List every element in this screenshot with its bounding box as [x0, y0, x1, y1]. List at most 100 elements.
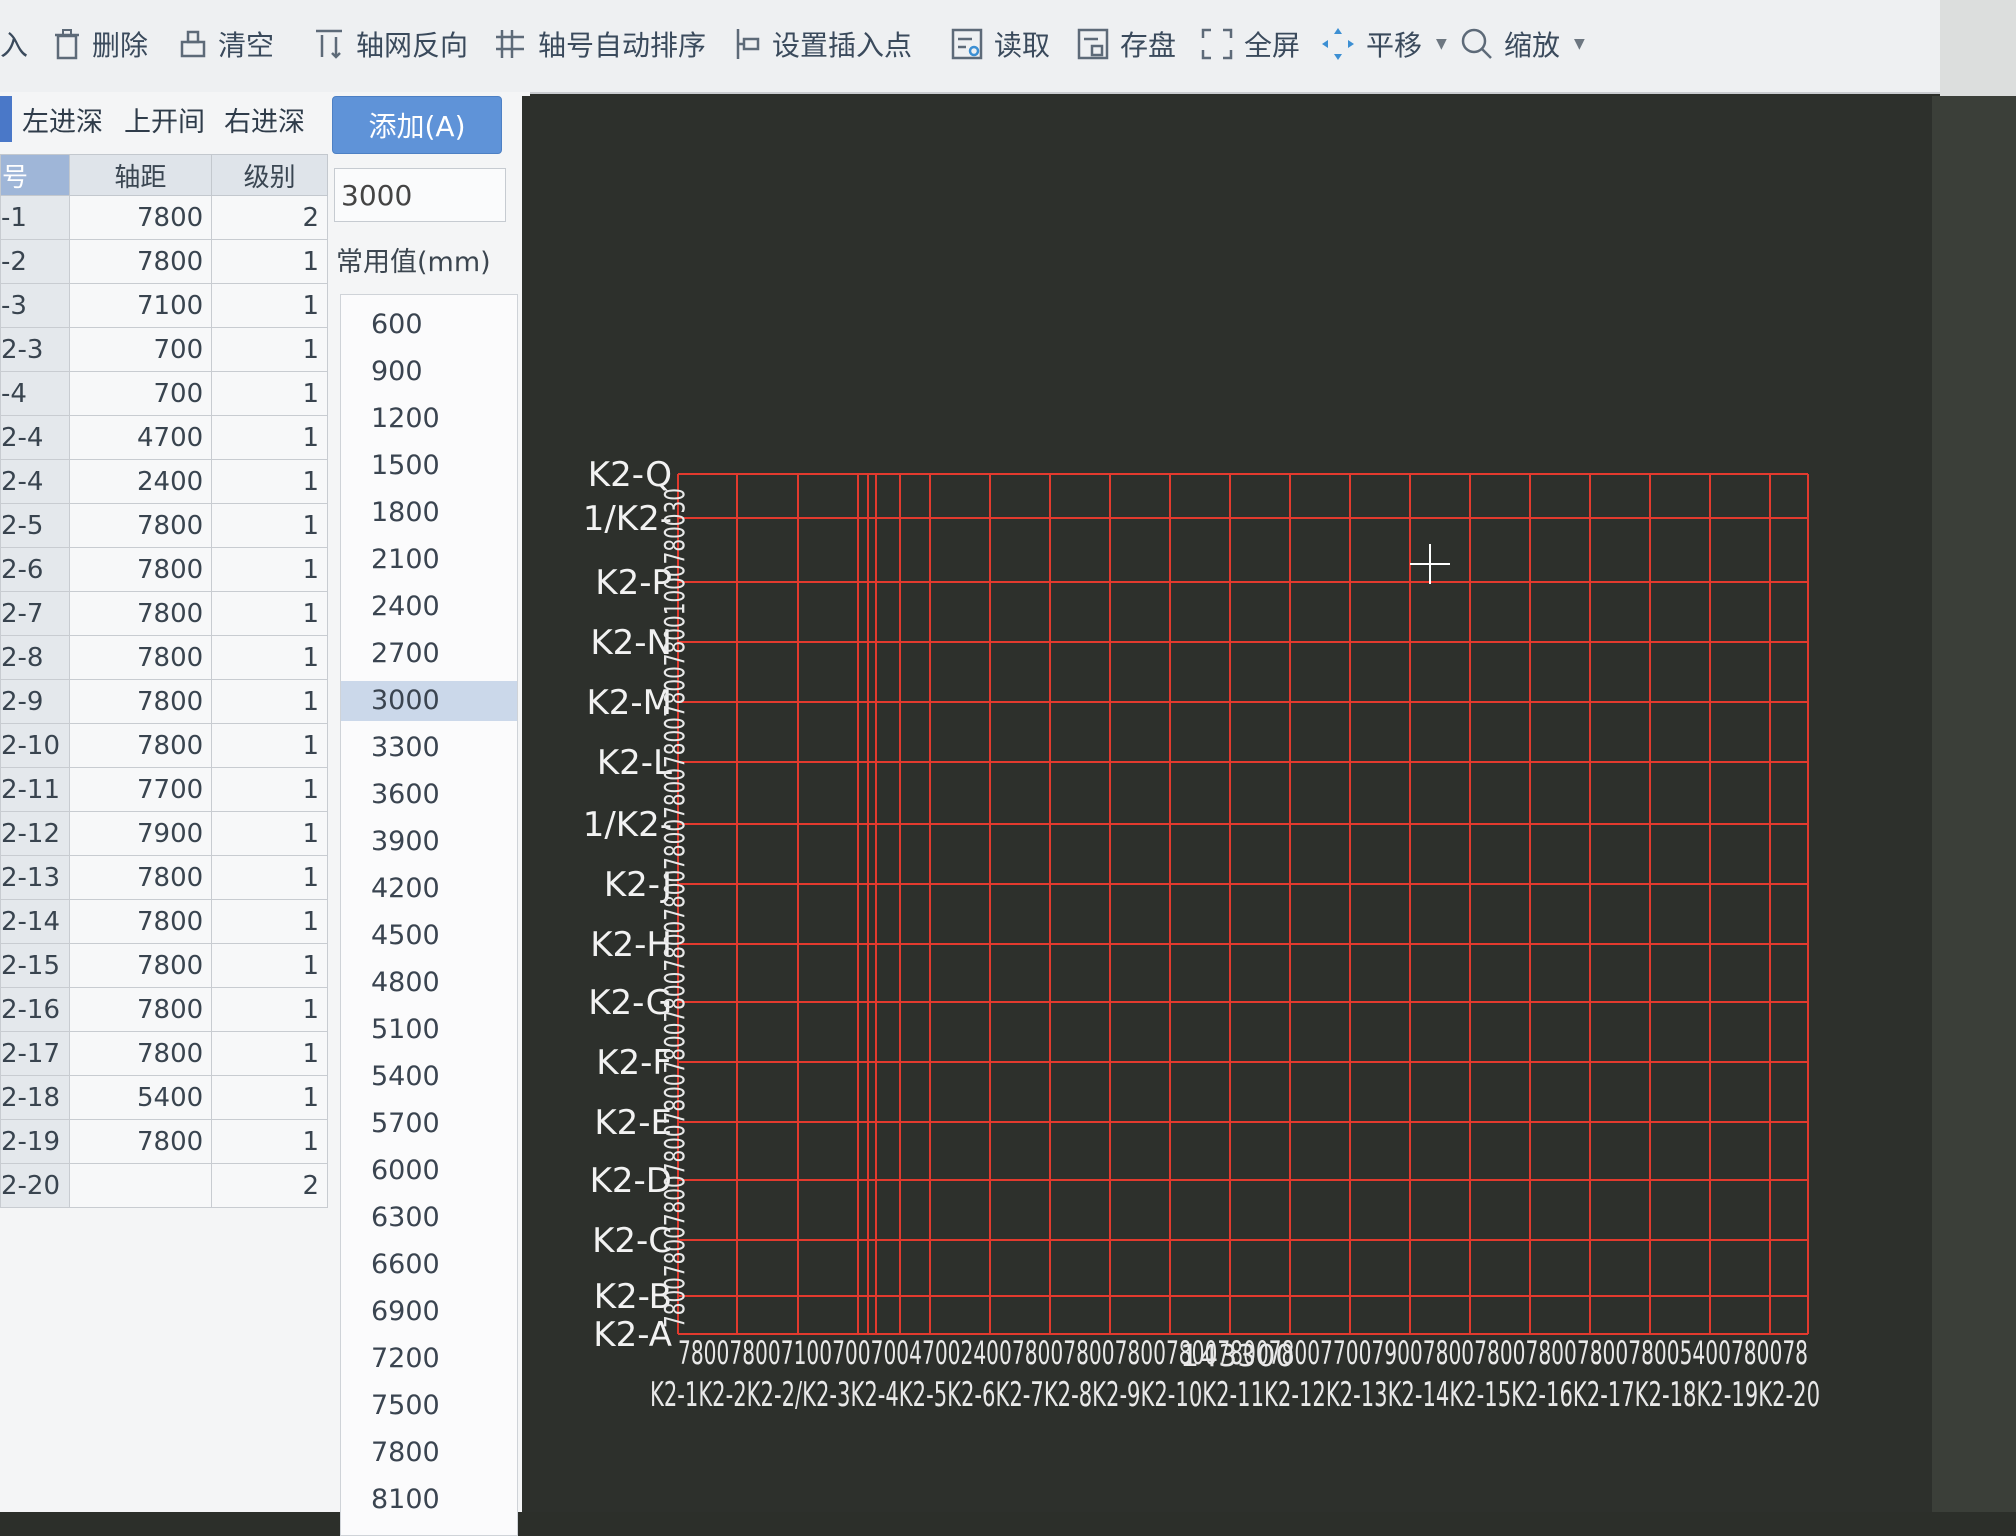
- common-value-item[interactable]: 1800: [341, 493, 517, 533]
- common-value-item[interactable]: 6300: [341, 1198, 517, 1238]
- row-axis-number[interactable]: 2-5: [0, 503, 70, 548]
- row-axis-spacing[interactable]: 7800: [68, 503, 213, 548]
- row-axis-number[interactable]: 2-4: [0, 459, 70, 504]
- tab-top-opening[interactable]: 上开间: [124, 100, 205, 139]
- common-value-item[interactable]: 3000: [341, 681, 517, 721]
- row-axis-number[interactable]: 2-7: [0, 591, 70, 636]
- table-row[interactable]: 2-13 7800 1: [0, 855, 328, 900]
- table-row[interactable]: 2-19 7800 1: [0, 1119, 328, 1164]
- column-header-number[interactable]: 号: [0, 154, 70, 196]
- toolbar-clear-button[interactable]: 清空: [178, 24, 274, 64]
- row-axis-number[interactable]: -4: [0, 371, 70, 416]
- row-axis-number[interactable]: 2-6: [0, 547, 70, 592]
- row-axis-level[interactable]: 1: [211, 855, 328, 900]
- row-axis-level[interactable]: 1: [211, 943, 328, 988]
- row-axis-spacing[interactable]: 7800: [68, 943, 213, 988]
- common-values-list[interactable]: 600 900 1200 1500 1800 2100 2400 2700 3000 3300 36…: [340, 294, 518, 1536]
- row-axis-spacing[interactable]: 7800: [68, 547, 213, 592]
- common-value-item[interactable]: 7500: [341, 1386, 517, 1426]
- tab-right-depth[interactable]: 右进深: [224, 100, 305, 139]
- table-row[interactable]: 2-20 2: [0, 1163, 328, 1208]
- common-value-item[interactable]: 1500: [341, 446, 517, 486]
- toolbar-zoom-button[interactable]: 缩放 ▼: [1460, 24, 1585, 64]
- tab-left-depth[interactable]: 左进深: [22, 100, 103, 139]
- add-button[interactable]: 添加(A): [332, 96, 502, 154]
- row-axis-level[interactable]: 1: [211, 591, 328, 636]
- common-value-item[interactable]: 6000: [341, 1151, 517, 1191]
- table-row[interactable]: 2-8 7800 1: [0, 635, 328, 680]
- common-value-item[interactable]: 2100: [341, 540, 517, 580]
- toolbar-import-button[interactable]: 入: [0, 24, 28, 64]
- table-row[interactable]: 2-4 2400 1: [0, 459, 328, 504]
- row-axis-number[interactable]: 2-8: [0, 635, 70, 680]
- row-axis-spacing[interactable]: 7800: [68, 239, 213, 284]
- row-axis-spacing[interactable]: 7800: [68, 899, 213, 944]
- toolbar-reverse-axis-button[interactable]: 轴网反向: [312, 24, 468, 64]
- toolbar-delete-button[interactable]: 删除: [52, 24, 148, 64]
- table-row[interactable]: 2-3 700 1: [0, 327, 328, 372]
- row-axis-level[interactable]: 1: [211, 459, 328, 504]
- row-axis-level[interactable]: 1: [211, 723, 328, 768]
- row-axis-spacing[interactable]: 7800: [68, 1031, 213, 1076]
- common-value-item[interactable]: 2700: [341, 634, 517, 674]
- row-axis-number[interactable]: 2-11: [0, 767, 70, 812]
- common-value-item[interactable]: 2400: [341, 587, 517, 627]
- toolbar-sort-axis-button[interactable]: 轴号自动排序: [494, 24, 706, 64]
- row-axis-level[interactable]: 2: [211, 1163, 328, 1208]
- row-axis-number[interactable]: 2-10: [0, 723, 70, 768]
- row-axis-number[interactable]: 2-16: [0, 987, 70, 1032]
- table-row[interactable]: 2-15 7800 1: [0, 943, 328, 988]
- column-header-level[interactable]: 级别: [211, 154, 328, 196]
- toolbar-pan-button[interactable]: 平移 ▼: [1320, 24, 1447, 64]
- row-axis-spacing[interactable]: 700: [68, 371, 213, 416]
- table-row[interactable]: 2-14 7800 1: [0, 899, 328, 944]
- drawing-canvas[interactable]: K2-Q 1/K2- K2-P K2-N K2-M K2-L 1/K2- K2-J K2-H K2…: [522, 96, 1932, 1512]
- common-value-item[interactable]: 6600: [341, 1245, 517, 1285]
- table-row[interactable]: -1 7800 2: [0, 195, 328, 240]
- common-value-item[interactable]: 4800: [341, 963, 517, 1003]
- row-axis-number[interactable]: 2-20: [0, 1163, 70, 1208]
- row-axis-level[interactable]: 1: [211, 679, 328, 724]
- row-axis-spacing[interactable]: 7900: [68, 811, 213, 856]
- common-value-item[interactable]: 5700: [341, 1104, 517, 1144]
- row-axis-level[interactable]: 2: [211, 195, 328, 240]
- row-axis-level[interactable]: 1: [211, 987, 328, 1032]
- row-axis-level[interactable]: 1: [211, 1119, 328, 1164]
- common-value-item[interactable]: 600: [341, 305, 517, 345]
- row-axis-spacing[interactable]: [68, 1163, 213, 1208]
- row-axis-level[interactable]: 1: [211, 1075, 328, 1120]
- common-value-item[interactable]: 3900: [341, 822, 517, 862]
- common-value-item[interactable]: 7800: [341, 1433, 517, 1473]
- row-axis-number[interactable]: -1: [0, 195, 70, 240]
- row-axis-spacing[interactable]: 7700: [68, 767, 213, 812]
- row-axis-spacing[interactable]: 7800: [68, 1119, 213, 1164]
- row-axis-spacing[interactable]: 7100: [68, 283, 213, 328]
- row-axis-number[interactable]: 2-18: [0, 1075, 70, 1120]
- toolbar-fullscreen-button[interactable]: 全屏: [1200, 24, 1300, 64]
- row-axis-number[interactable]: 2-14: [0, 899, 70, 944]
- row-axis-spacing[interactable]: 7800: [68, 987, 213, 1032]
- table-row[interactable]: 2-12 7900 1: [0, 811, 328, 856]
- table-row[interactable]: -2 7800 1: [0, 239, 328, 284]
- row-axis-spacing[interactable]: 2400: [68, 459, 213, 504]
- row-axis-level[interactable]: 1: [211, 327, 328, 372]
- tab-lower-opening-marker[interactable]: [0, 96, 12, 142]
- row-axis-spacing[interactable]: 7800: [68, 679, 213, 724]
- spacing-value-input[interactable]: 3000: [334, 168, 506, 222]
- row-axis-level[interactable]: 1: [211, 239, 328, 284]
- row-axis-number[interactable]: 2-4: [0, 415, 70, 460]
- common-value-item[interactable]: 1200: [341, 399, 517, 439]
- row-axis-spacing[interactable]: 7800: [68, 723, 213, 768]
- toolbar-insert-point-button[interactable]: 设置插入点: [732, 24, 912, 64]
- row-axis-number[interactable]: 2-15: [0, 943, 70, 988]
- row-axis-level[interactable]: 1: [211, 767, 328, 812]
- table-row[interactable]: -4 700 1: [0, 371, 328, 416]
- row-axis-spacing[interactable]: 7800: [68, 591, 213, 636]
- row-axis-level[interactable]: 1: [211, 811, 328, 856]
- table-row[interactable]: 2-7 7800 1: [0, 591, 328, 636]
- row-axis-number[interactable]: 2-12: [0, 811, 70, 856]
- table-row[interactable]: -3 7100 1: [0, 283, 328, 328]
- row-axis-number[interactable]: -3: [0, 283, 70, 328]
- column-header-spacing[interactable]: 轴距: [68, 154, 213, 196]
- row-axis-level[interactable]: 1: [211, 371, 328, 416]
